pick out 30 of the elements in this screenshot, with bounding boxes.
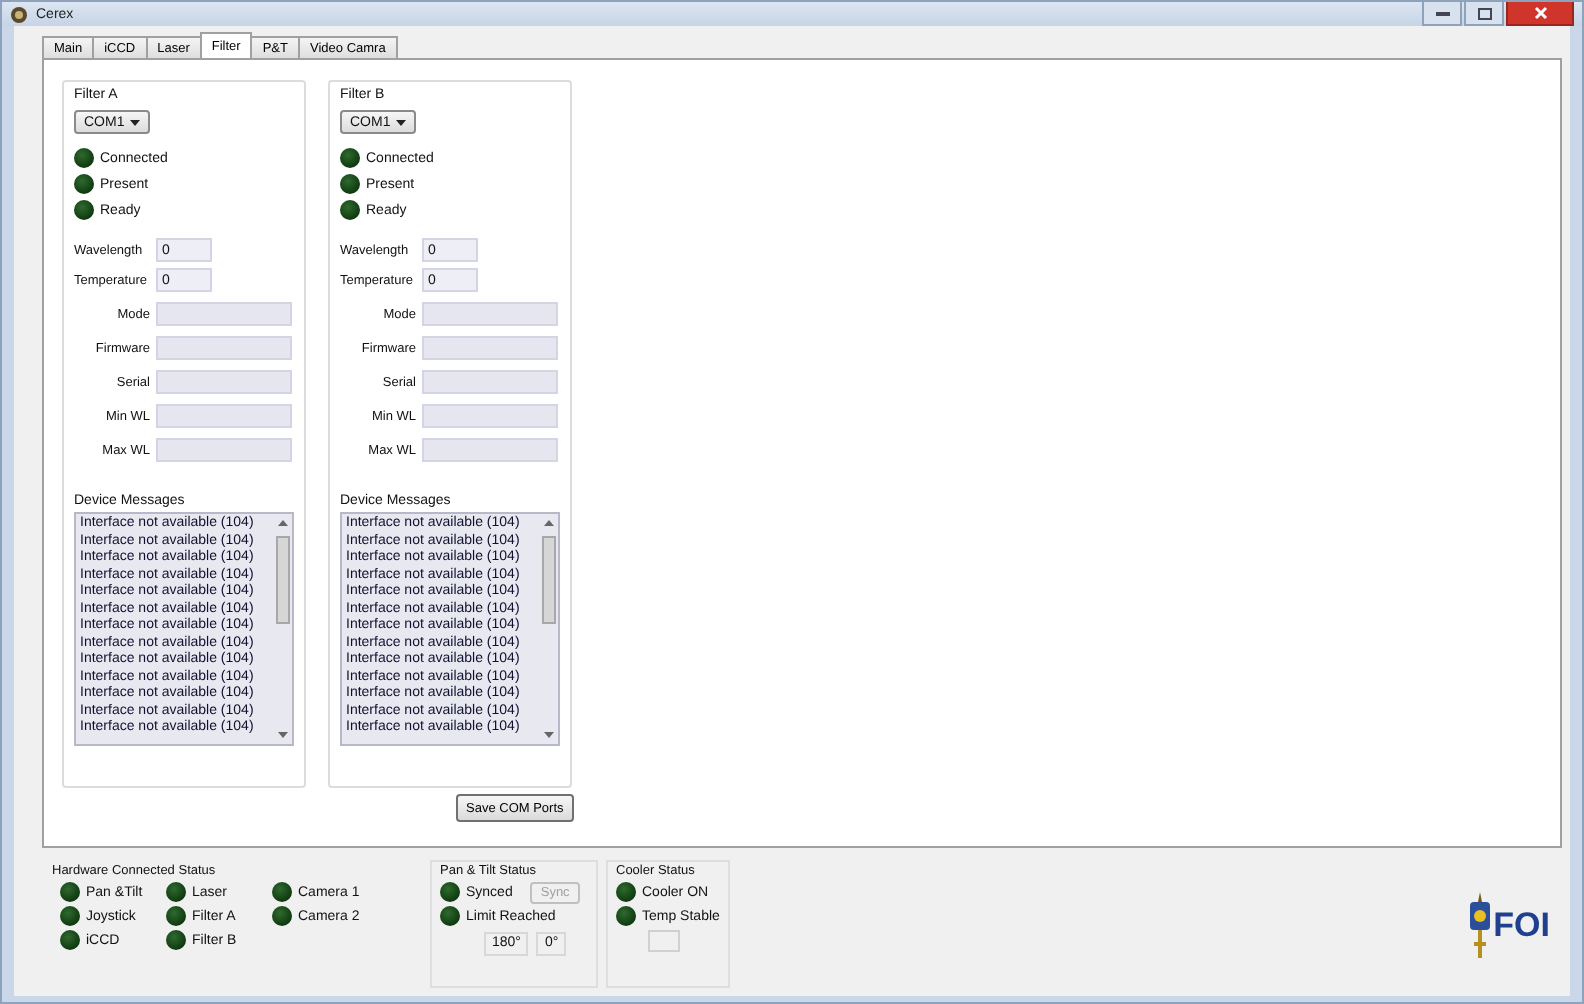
caret-icon <box>396 119 406 125</box>
readonly-field <box>422 336 558 360</box>
readonly-field <box>156 438 292 462</box>
maximize-icon <box>1477 7 1491 19</box>
close-icon <box>1533 6 1547 20</box>
scroll-down-icon[interactable] <box>544 732 554 738</box>
readonly-field <box>422 370 558 394</box>
readonly-field <box>422 302 558 326</box>
minimize-button[interactable] <box>1422 2 1462 26</box>
scroll-thumb[interactable] <box>276 535 290 623</box>
scroll-up-icon[interactable] <box>278 520 288 526</box>
maximize-button[interactable] <box>1464 2 1504 26</box>
readonly-field <box>156 336 292 360</box>
minimize-icon <box>1435 10 1449 16</box>
scroll-up-icon[interactable] <box>544 520 554 526</box>
readonly-field <box>422 438 558 462</box>
logo-text: FOI <box>1493 906 1550 946</box>
readonly-field <box>156 370 292 394</box>
scroll-thumb[interactable] <box>542 535 556 623</box>
readout-box <box>648 930 680 952</box>
readonly-field <box>422 404 558 428</box>
message-list[interactable] <box>340 512 560 746</box>
torch-icon <box>1467 892 1492 960</box>
scroll-down-icon[interactable] <box>278 732 288 738</box>
readonly-field <box>156 302 292 326</box>
readonly-field <box>156 404 292 428</box>
caret-icon <box>130 119 140 125</box>
app-icon <box>10 5 28 23</box>
message-list[interactable] <box>74 512 294 746</box>
close-button[interactable] <box>1506 2 1574 26</box>
